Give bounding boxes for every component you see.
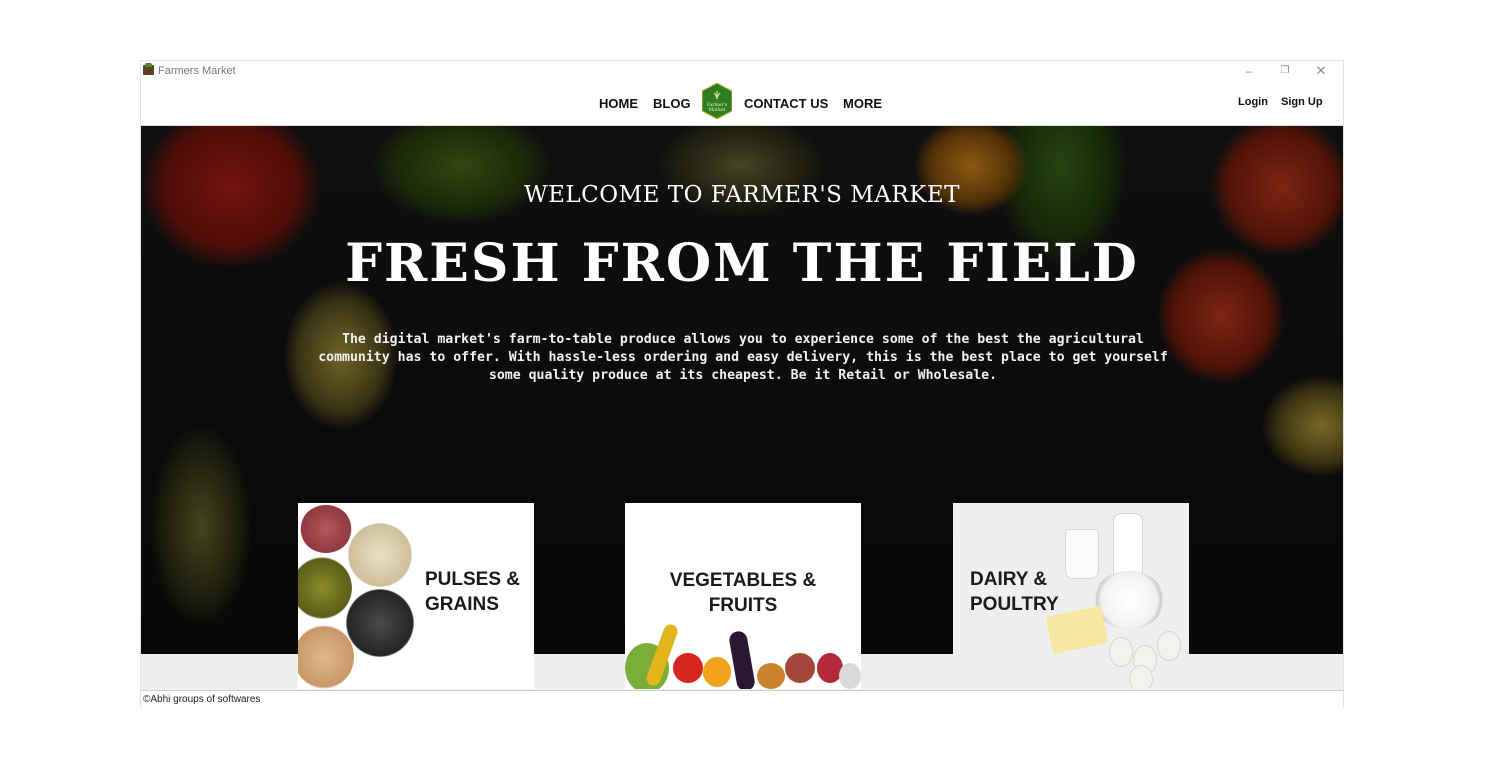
pepper-image: [673, 653, 703, 683]
category-card-vegetables-fruits[interactable]: VEGETABLES & FRUITS: [625, 503, 861, 689]
eggplant-image: [727, 629, 757, 689]
dairy-poultry-line1: DAIRY &: [970, 569, 1048, 590]
app-window: Farmers Market – ❐ ✕ HOME BLOG Farmer's …: [140, 60, 1344, 708]
signup-link[interactable]: Sign Up: [1281, 96, 1323, 108]
vegetables-fruits-label: VEGETABLES & FRUITS: [625, 568, 861, 618]
hero-welcome: WELCOME TO FARMER'S MARKET: [523, 182, 961, 208]
category-card-dairy-poultry[interactable]: DAIRY & POULTRY: [953, 503, 1189, 689]
chickpeas-image: [298, 625, 354, 689]
nav-blog[interactable]: BLOG: [653, 96, 691, 111]
nav-home[interactable]: HOME: [599, 96, 638, 111]
pulses-grains-line2: GRAINS: [425, 594, 499, 615]
egg-image-4: [1129, 665, 1153, 689]
pulses-grains-line1: PULSES &: [425, 569, 521, 590]
egg-image-3: [1157, 631, 1181, 661]
vegetables-fruits-line1: VEGETABLES &: [669, 570, 817, 591]
status-bar: ©Abhi groups of softwares: [141, 690, 1343, 708]
title-bar: Farmers Market – ❐ ✕: [141, 61, 1343, 81]
pulses-grains-label: PULSES & GRAINS: [425, 567, 520, 617]
dairy-poultry-line2: POULTRY: [970, 594, 1059, 615]
close-button[interactable]: ✕: [1307, 62, 1335, 80]
farmers-market-logo[interactable]: Farmer's Market: [702, 83, 732, 119]
milk-jug-image: [1065, 529, 1099, 579]
top-nav: HOME BLOG Farmer's Market CONTACT US MOR…: [141, 81, 1343, 126]
black-beans-image: [346, 589, 414, 657]
logo-text-2: Market: [709, 107, 726, 113]
white-beans-image: [348, 523, 412, 587]
minimize-button[interactable]: –: [1235, 62, 1263, 80]
window-title: Farmers Market: [158, 65, 236, 77]
vegetables-fruits-line2: FRUITS: [708, 595, 778, 616]
farm-app-icon: [143, 63, 154, 75]
onion-image: [757, 663, 785, 689]
dairy-poultry-label: DAIRY & POULTRY: [970, 567, 1059, 617]
orange-pepper-image: [703, 657, 731, 687]
potato-image: [785, 653, 815, 683]
copyright-text: ©Abhi groups of softwares: [143, 694, 261, 705]
nav-more[interactable]: MORE: [843, 96, 882, 111]
hero-headline: FRESH FROM THE FIELD: [345, 233, 1139, 294]
cottage-cheese-image: [1093, 571, 1165, 629]
garlic-image: [839, 663, 861, 689]
maximize-button[interactable]: ❐: [1271, 62, 1299, 80]
login-link[interactable]: Login: [1238, 96, 1268, 108]
nav-contact-us[interactable]: CONTACT US: [744, 96, 828, 111]
egg-image-1: [1109, 637, 1133, 667]
mung-beans-image: [298, 557, 352, 619]
milk-bottle-image: [1113, 513, 1143, 577]
category-card-pulses-grains[interactable]: PULSES & GRAINS: [298, 503, 534, 689]
red-beans-image: [300, 505, 352, 553]
hero-description: The digital market's farm-to-table produ…: [318, 332, 1168, 383]
